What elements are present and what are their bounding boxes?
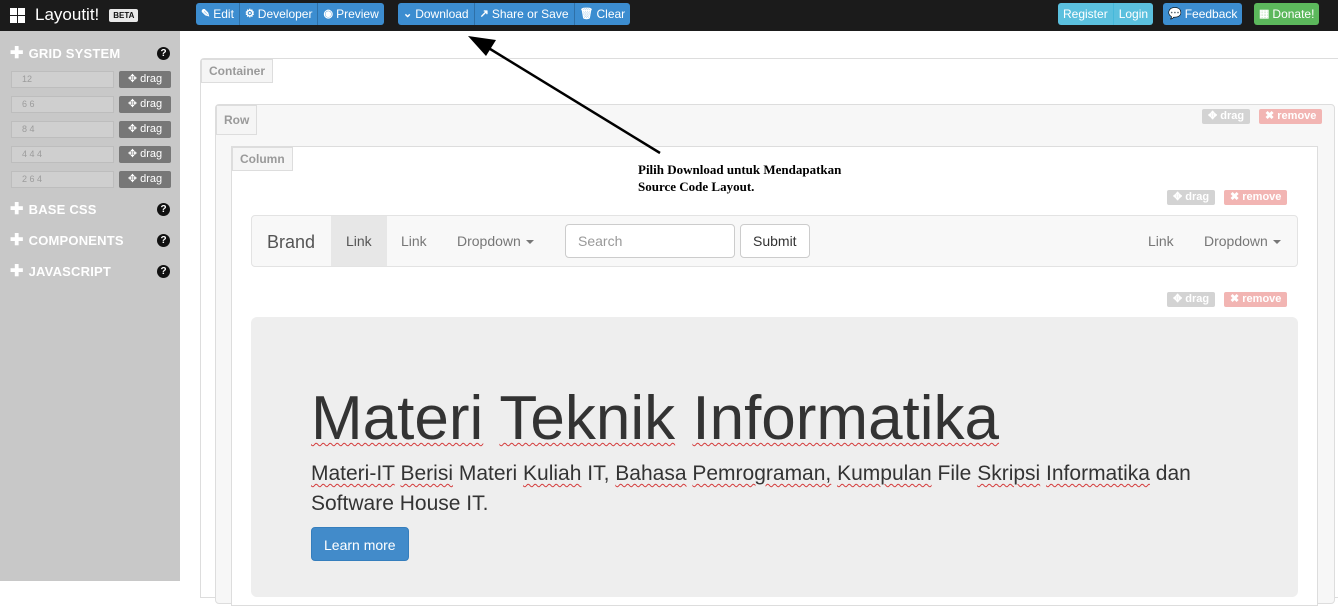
grid-value-field[interactable]: 6 6 (11, 96, 114, 113)
app-logo[interactable]: Layoutit! BETA (10, 5, 139, 25)
gift-icon: ▦ (1259, 8, 1270, 20)
navbar-link-active[interactable]: Link (331, 216, 387, 266)
drag-handle[interactable]: ✥ drag (119, 171, 171, 188)
caret-down-icon (525, 240, 534, 245)
plus-icon: ✚ (10, 263, 24, 280)
plus-icon: ✚ (10, 201, 24, 218)
grid-value-field[interactable]: 2 6 4 (11, 171, 114, 188)
help-icon[interactable]: ? (157, 47, 170, 60)
clear-button[interactable]: 🗑 Clear (574, 3, 631, 25)
move-icon: ✥ (1208, 110, 1218, 122)
eye-icon: ◉ (323, 8, 334, 20)
sidebar-section-base-css[interactable]: ✚ BASE CSS (10, 200, 97, 218)
jumbotron: Materi Teknik Informatika Materi-IT Beri… (251, 317, 1298, 597)
comment-icon: 💬 (1168, 8, 1182, 20)
navbar-submit-button[interactable]: Submit (740, 224, 810, 258)
move-icon: ✥ (127, 173, 138, 185)
donate-button[interactable]: ▦ Donate! (1254, 3, 1320, 25)
grid-value-field[interactable]: 4 4 4 (11, 146, 114, 163)
navbar-drag-button[interactable]: ✥ drag (1167, 190, 1216, 205)
login-button[interactable]: Login (1113, 3, 1154, 25)
help-icon[interactable]: ? (157, 234, 170, 247)
jumbotron-remove-button[interactable]: ✖ remove (1224, 292, 1288, 307)
register-button[interactable]: Register (1058, 3, 1114, 25)
grid-row-4-4-4: 4 4 4 ✥ drag (11, 146, 171, 163)
sidebar-section-components[interactable]: ✚ COMPONENTS (10, 231, 124, 249)
navbar-right-link[interactable]: Link (1133, 216, 1189, 266)
grid-value-field[interactable]: 8 4 (11, 121, 114, 138)
annotation-text: Pilih Download untuk Mendapatkan Source … (638, 162, 842, 194)
donate-group: ▦ Donate! (1254, 3, 1320, 25)
auth-button-group: Register Login (1058, 3, 1154, 25)
grid-row-2-6-4: 2 6 4 ✥ drag (11, 171, 171, 188)
jumbotron-text: Materi-IT Berisi Materi Kuliah IT, Bahas… (311, 462, 1191, 515)
edit-icon: ✎ (201, 8, 211, 20)
sidebar-section-javascript[interactable]: ✚ JAVASCRIPT (10, 262, 111, 280)
navbar-link[interactable]: Link (386, 216, 442, 266)
help-icon[interactable]: ? (157, 265, 170, 278)
navbar-dropdown[interactable]: Dropdown (442, 216, 549, 266)
preview-navbar: Brand Link Link Dropdown Search Submit L… (251, 215, 1298, 267)
close-icon: ✖ (1230, 191, 1240, 203)
edit-button[interactable]: ✎ Edit (196, 3, 240, 25)
grid-value-field[interactable]: 12 (11, 71, 114, 88)
top-navbar: Layoutit! BETA ✎ Edit ⚙ Developer ◉ Preview… (0, 0, 1338, 31)
row-remove-button[interactable]: ✖ remove (1259, 109, 1323, 124)
feedback-group: 💬 Feedback (1163, 3, 1243, 25)
sidebar: ✚ GRID SYSTEM ? 12 ✥ drag 6 6 ✥ drag 8 4 … (0, 31, 180, 581)
download-button[interactable]: ⌄ Download (398, 3, 475, 25)
move-icon: ✥ (127, 148, 138, 160)
navbar-remove-button[interactable]: ✖ remove (1224, 190, 1288, 205)
move-icon: ✥ (127, 73, 138, 85)
plus-icon: ✚ (10, 232, 24, 249)
action-button-group: ⌄ Download ↗ Share or Save 🗑 Clear (398, 3, 631, 25)
move-icon: ✥ (127, 98, 138, 110)
move-icon: ✥ (1173, 293, 1183, 305)
navbar-brand[interactable]: Brand (267, 232, 315, 253)
jumbotron-title: Materi Teknik Informatika (311, 384, 1000, 453)
developer-icon: ⚙ (244, 8, 255, 20)
grid-row-8-4: 8 4 ✥ drag (11, 121, 171, 138)
jumbotron-drag-button[interactable]: ✥ drag (1167, 292, 1216, 307)
learn-more-button[interactable]: Learn more (311, 527, 409, 561)
row-label: Row (216, 105, 258, 135)
plus-icon: ✚ (10, 45, 24, 62)
caret-down-icon (1272, 240, 1281, 245)
drag-handle[interactable]: ✥ drag (119, 146, 171, 163)
feedback-button[interactable]: 💬 Feedback (1163, 3, 1243, 25)
row-drag-button[interactable]: ✥ drag (1202, 109, 1251, 124)
grid-logo-icon (10, 7, 25, 23)
sidebar-section-grid-system[interactable]: ✚ GRID SYSTEM (10, 44, 120, 62)
trash-icon: 🗑 (579, 8, 594, 20)
navbar-right-dropdown[interactable]: Dropdown (1189, 216, 1296, 266)
column-label: Column (232, 147, 293, 171)
chevron-down-icon: ⌄ (403, 8, 413, 20)
drag-handle[interactable]: ✥ drag (119, 96, 171, 113)
navbar-search-input[interactable]: Search (565, 224, 735, 258)
preview-button[interactable]: ◉ Preview (318, 3, 384, 25)
beta-badge: BETA (109, 8, 139, 22)
grid-row-12: 12 ✥ drag (11, 71, 171, 88)
close-icon: ✖ (1265, 110, 1275, 122)
help-icon[interactable]: ? (157, 203, 170, 216)
grid-row-6-6: 6 6 ✥ drag (11, 96, 171, 113)
close-icon: ✖ (1230, 293, 1240, 305)
mode-button-group: ✎ Edit ⚙ Developer ◉ Preview (196, 3, 384, 25)
developer-button[interactable]: ⚙ Developer (239, 3, 319, 25)
container-label: Container (201, 59, 274, 83)
share-icon: ↗ (479, 8, 489, 20)
share-save-button[interactable]: ↗ Share or Save (474, 3, 575, 25)
app-title: Layoutit! (35, 5, 100, 24)
move-icon: ✥ (1173, 191, 1183, 203)
drag-handle[interactable]: ✥ drag (119, 71, 171, 88)
drag-handle[interactable]: ✥ drag (119, 121, 171, 138)
move-icon: ✥ (127, 123, 138, 135)
